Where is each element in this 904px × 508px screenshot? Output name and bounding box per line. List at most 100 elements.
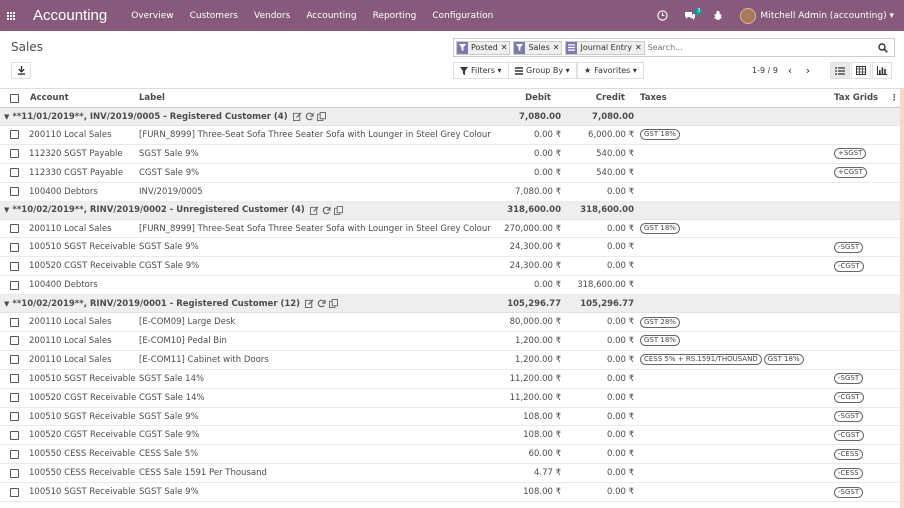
table-row[interactable]: 200110 Local Sales [FURN_8999] Three-Seat… [0, 220, 900, 239]
table-row[interactable]: 100520 CGST Receivable CGST Sale 14% 11,20… [0, 389, 900, 408]
group-credit-total: 7,080.00 [592, 111, 634, 122]
table-row[interactable]: 200110 Local Sales [FURN_8999] Three-Seat… [0, 126, 900, 145]
row-checkbox[interactable] [10, 483, 19, 501]
table-row[interactable]: 200110 Local Sales [E-COM09] Large Desk 80… [0, 313, 900, 333]
pager-value[interactable]: 1-9 / 9 [752, 66, 778, 75]
cell-taxes: CESS 5% + RS.1591/THOUSAND GST 18% [640, 351, 806, 369]
table-row[interactable]: 100550 CESS Receivable CESS Sale 5% 60.00 … [0, 445, 900, 465]
cell-credit: 540.00 ₹ [596, 148, 634, 159]
row-checkbox[interactable] [10, 351, 19, 369]
breadcrumb: Sales [11, 40, 43, 54]
group-header-row[interactable]: ▼ **11/01/2019**, INV/2019/0005 - Registe… [0, 108, 900, 126]
menu-configuration[interactable]: Configuration [432, 11, 493, 21]
table-row[interactable]: 100520 CGST Receivable CGST Sale 9% 108.00… [0, 426, 900, 446]
row-checkbox[interactable] [10, 332, 19, 350]
caret-down-icon: ▼ [4, 112, 10, 121]
graph-view-button[interactable] [872, 62, 892, 79]
row-checkbox[interactable] [10, 408, 19, 426]
menu-accounting[interactable]: Accounting [306, 11, 356, 21]
table-row[interactable]: 100510 SGST Receivable SGST Sale 9% 108.00… [0, 483, 900, 503]
user-avatar[interactable] [740, 7, 757, 24]
pager-next-icon[interactable]: › [801, 63, 815, 78]
optional-columns-icon[interactable]: ⋮ [890, 89, 899, 107]
row-checkbox[interactable] [10, 426, 19, 444]
cell-tax-grids: -CGST [834, 389, 866, 407]
table-row[interactable]: 112320 SGST Payable SGST Sale 9% 0.00 ₹ 540… [0, 145, 900, 164]
menu-vendors[interactable]: Vendors [254, 11, 290, 21]
cell-tax-grids: -SGST [834, 370, 865, 388]
copy-icon[interactable] [333, 205, 343, 215]
chat-icon[interactable]: 3 [682, 7, 703, 24]
groupby-dropdown[interactable]: Group By ▾ [508, 62, 577, 79]
group-header-row[interactable]: ▼ **10/02/2019**, RINV/2019/0002 - Unregi… [0, 201, 900, 220]
header-account[interactable]: Account [30, 89, 69, 107]
table-row[interactable]: 112330 CGST Payable CGST Sale 9% 0.00 ₹ 540… [0, 164, 900, 183]
header-credit[interactable]: Credit [560, 89, 625, 107]
refresh-icon[interactable] [317, 299, 326, 308]
row-checkbox[interactable] [10, 445, 19, 463]
edit-icon[interactable] [305, 299, 314, 309]
header-taxes[interactable]: Taxes [640, 89, 667, 107]
bug-icon[interactable] [710, 8, 726, 24]
row-checkbox[interactable] [10, 257, 19, 275]
cell-tax-grids: -CGST [834, 257, 866, 275]
scrollbar[interactable] [900, 88, 904, 508]
cell-label: SGST Sale 9% [139, 148, 199, 159]
row-checkbox[interactable] [10, 313, 19, 331]
copy-icon[interactable] [316, 112, 326, 121]
user-menu[interactable]: Mitchell Admin (accounting) ▾ [760, 11, 894, 21]
search-bar[interactable]: Posted ✕ Sales ✕ Journal Entry ✕ [453, 38, 895, 57]
row-checkbox[interactable] [10, 126, 19, 144]
pager-previous-icon[interactable]: ‹ [783, 63, 797, 78]
table-row[interactable]: 100400 Debtors 0.00 ₹ 318,600.00 ₹ [0, 276, 900, 296]
header-debit[interactable]: Debit [470, 89, 551, 107]
group-header-row[interactable]: ▼ **10/02/2019**, RINV/2019/0001 - Regist… [0, 295, 900, 314]
apps-menu-icon[interactable] [1, 0, 21, 31]
edit-icon[interactable] [292, 112, 302, 121]
refresh-icon[interactable] [305, 112, 314, 121]
select-all-checkbox[interactable] [10, 89, 19, 107]
group-title-text: **10/02/2019**, RINV/2019/0002 - Unregis… [12, 205, 305, 216]
menu-customers[interactable]: Customers [190, 11, 238, 21]
header-tax-grids[interactable]: Tax Grids [834, 89, 878, 107]
row-checkbox[interactable] [10, 276, 19, 294]
row-checkbox[interactable] [10, 145, 19, 163]
group-actions [292, 112, 326, 121]
cell-taxes: GST 18% [640, 126, 682, 144]
cell-tax-grids: -CESS [834, 464, 865, 482]
row-checkbox[interactable] [10, 164, 19, 182]
pivot-view-button[interactable] [851, 62, 871, 79]
remove-facet-icon[interactable]: ✕ [501, 43, 508, 52]
download-button[interactable] [11, 62, 31, 79]
table-row[interactable]: 200110 Local Sales [E-COM11] Cabinet with… [0, 351, 900, 370]
row-checkbox[interactable] [10, 238, 19, 256]
table-row[interactable]: 100400 Debtors INV/2019/0005 7,080.00 ₹ 0.0… [0, 183, 900, 202]
activity-clock-icon[interactable] [654, 8, 670, 24]
row-checkbox[interactable] [10, 220, 19, 238]
table-row[interactable]: 100520 CGST Receivable CGST Sale 9% 24,300… [0, 257, 900, 277]
search-input[interactable] [647, 40, 875, 55]
filters-dropdown[interactable]: Filters ▾ [453, 62, 509, 79]
table-row[interactable]: 100510 SGST Receivable SGST Sale 9% 108.00… [0, 408, 900, 427]
tax-grid-tag: +CGST [834, 167, 867, 179]
row-checkbox[interactable] [10, 183, 19, 201]
cell-account: 200110 Local Sales [29, 223, 112, 234]
table-row[interactable]: 100550 CESS Receivable CESS Sale 1591 Per… [0, 464, 900, 484]
table-row[interactable]: 100510 SGST Receivable SGST Sale 9% 24,300… [0, 238, 900, 258]
menu-overview[interactable]: Overview [131, 11, 173, 21]
favorites-dropdown[interactable]: ★ Favorites ▾ [577, 62, 644, 79]
remove-facet-icon[interactable]: ✕ [635, 43, 642, 52]
menu-reporting[interactable]: Reporting [373, 11, 417, 21]
row-checkbox[interactable] [10, 464, 19, 482]
remove-facet-icon[interactable]: ✕ [553, 43, 560, 52]
row-checkbox[interactable] [10, 389, 19, 407]
header-label[interactable]: Label [139, 89, 165, 107]
table-row[interactable]: 100510 SGST Receivable SGST Sale 14% 11,20… [0, 370, 900, 389]
edit-icon[interactable] [309, 206, 319, 215]
table-row[interactable]: 200110 Local Sales [E-COM10] Pedal Bin 1,2… [0, 332, 900, 351]
list-view-button[interactable] [830, 62, 850, 79]
refresh-icon[interactable] [322, 206, 331, 215]
copy-icon[interactable] [329, 299, 339, 309]
row-checkbox[interactable] [10, 370, 19, 388]
search-icon[interactable] [875, 42, 891, 53]
